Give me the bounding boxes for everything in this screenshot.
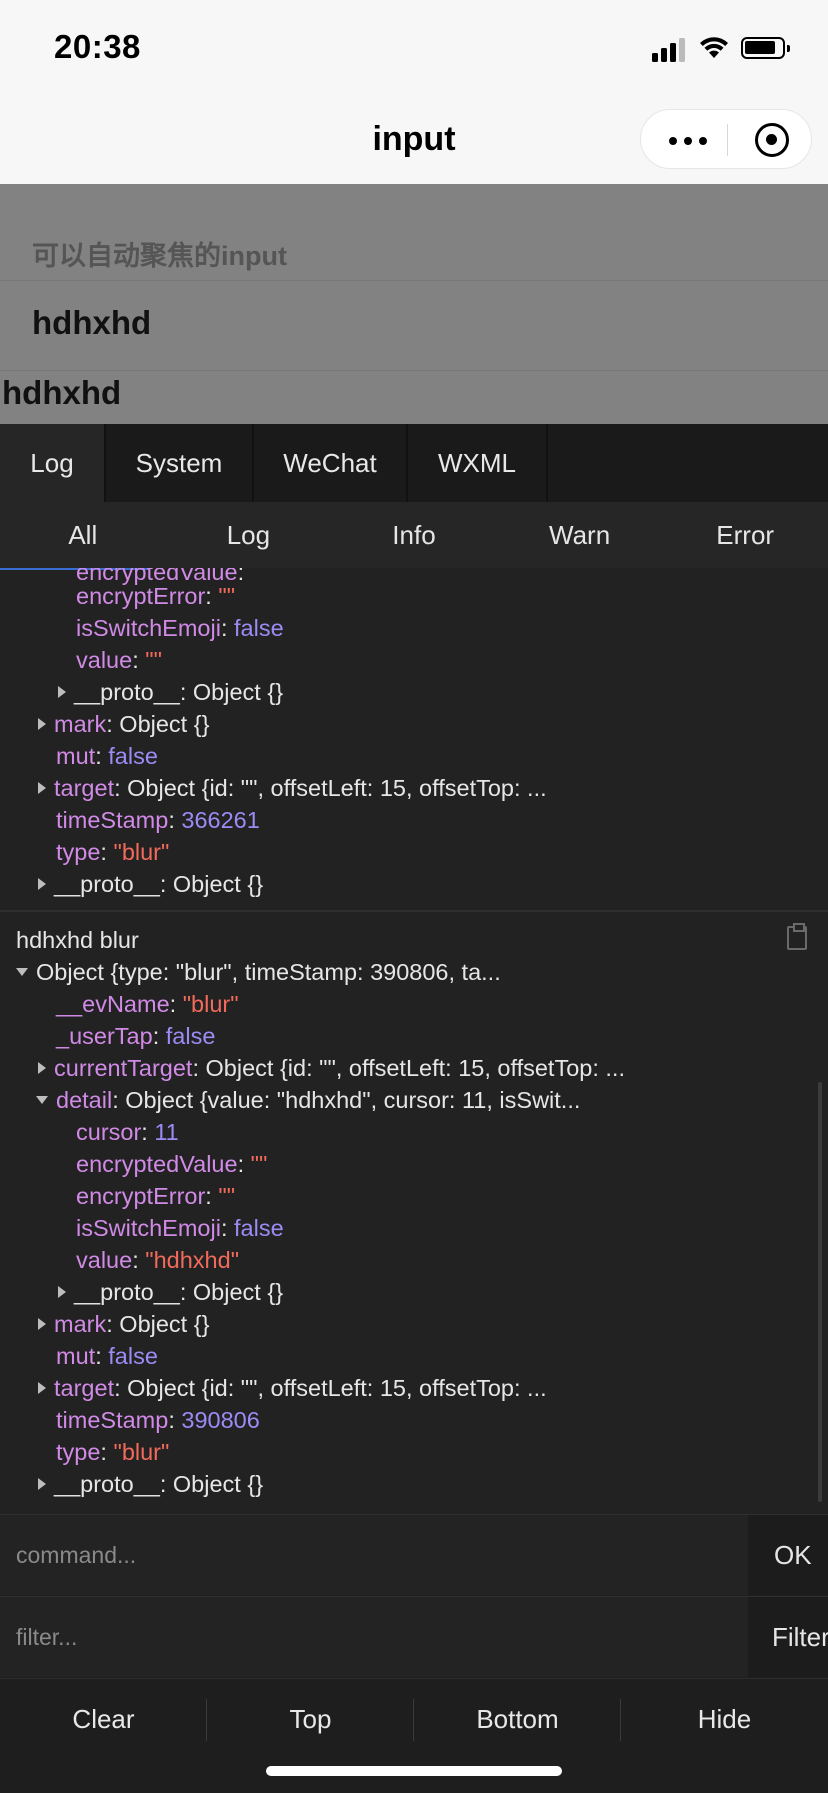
log-prop-expandable[interactable]: currentTarget: Object {id: "", offsetLef…: [38, 1052, 625, 1084]
tab-wechat[interactable]: WeChat: [254, 424, 406, 502]
more-icon[interactable]: [669, 137, 709, 145]
collapse-arrow-icon: [36, 1095, 48, 1104]
log-prop: value: "": [76, 647, 162, 673]
log-prop: type: "blur": [56, 839, 170, 865]
battery-icon: [741, 37, 790, 59]
expand-arrow-icon: [38, 877, 46, 890]
subtab-all[interactable]: All: [0, 502, 166, 568]
filter-row: Filter: [0, 1596, 828, 1677]
wifi-icon: [700, 37, 728, 58]
log-prop: _userTap: false: [56, 1023, 216, 1049]
log-scrollbar[interactable]: [818, 1082, 822, 1502]
log-object-summary[interactable]: Object {type: "blur", timeStamp: 390806,…: [16, 956, 501, 988]
divider: [0, 370, 828, 371]
log-prop-expandable[interactable]: target: Object {id: "", offsetLeft: 15, …: [38, 1372, 547, 1404]
log-prop-expandable[interactable]: __proto__: Object {}: [38, 868, 263, 900]
subtab-info[interactable]: Info: [331, 502, 497, 568]
log-prop: __evName: "blur": [56, 991, 239, 1017]
log-prop: timeStamp: 366261: [56, 807, 260, 833]
hide-button[interactable]: Hide: [621, 1679, 828, 1759]
expand-arrow-icon: [38, 1381, 46, 1394]
log-output[interactable]: encryptedValue: encryptError: "" isSwitc…: [0, 568, 828, 1514]
capsule-divider: [727, 124, 728, 156]
log-prop: encryptedValue: "": [76, 1151, 268, 1177]
expand-arrow-icon: [58, 1285, 66, 1298]
log-prop: mut: false: [56, 743, 158, 769]
log-prop: cursor: 11: [76, 1119, 179, 1145]
expand-arrow-icon: [38, 717, 46, 730]
log-entry-title: hdhxhd blur: [16, 927, 139, 953]
expand-arrow-icon: [38, 1477, 46, 1490]
top-button[interactable]: Top: [207, 1679, 414, 1759]
command-ok-button[interactable]: OK: [748, 1515, 828, 1595]
tab-log[interactable]: Log: [0, 424, 104, 502]
divider: [0, 280, 828, 281]
home-indicator[interactable]: [266, 1766, 562, 1776]
log-prop-expandable[interactable]: __proto__: Object {}: [58, 1276, 283, 1308]
log-prop: mut: false: [56, 1343, 158, 1369]
close-miniprogram-icon[interactable]: [755, 123, 789, 157]
log-prop-expanded[interactable]: detail: Object {value: "hdhxhd", cursor:…: [36, 1084, 580, 1116]
subtab-warn[interactable]: Warn: [497, 502, 663, 568]
expand-arrow-icon: [38, 781, 46, 794]
page-content: 可以自动聚焦的input hdhxhd hdhxhd: [0, 184, 828, 424]
tab-system[interactable]: System: [106, 424, 252, 502]
expand-arrow-icon: [38, 1317, 46, 1330]
miniprogram-capsule: [640, 109, 812, 169]
bottom-button[interactable]: Bottom: [414, 1679, 621, 1759]
expand-arrow-icon: [58, 685, 66, 698]
console-tabs: Log System WeChat WXML: [0, 424, 828, 502]
log-prop-expandable[interactable]: mark: Object {}: [38, 1308, 209, 1340]
command-row: OK: [0, 1514, 828, 1595]
log-entry-divider: [0, 910, 828, 912]
log-prop-expandable[interactable]: mark: Object {}: [38, 708, 209, 740]
navigation-bar: input: [0, 92, 828, 184]
expand-arrow-icon: [38, 1061, 46, 1074]
collapse-arrow-icon: [16, 967, 28, 976]
tab-wxml[interactable]: WXML: [408, 424, 546, 502]
log-prop-expandable[interactable]: __proto__: Object {}: [58, 676, 283, 708]
log-prop: timeStamp: 390806: [56, 1407, 260, 1433]
status-bar: 20:38: [0, 0, 828, 92]
log-prop-expandable[interactable]: __proto__: Object {}: [38, 1468, 263, 1500]
input-echo-text: hdhxhd: [2, 374, 122, 411]
copy-icon[interactable]: [787, 923, 807, 950]
autofocus-input[interactable]: hdhxhd: [32, 304, 151, 342]
autofocus-input-label: 可以自动聚焦的input: [32, 241, 287, 271]
subtab-log[interactable]: Log: [166, 502, 332, 568]
subtab-error[interactable]: Error: [662, 502, 828, 568]
log-prop: isSwitchEmoji: false: [76, 1215, 284, 1241]
status-time: 20:38: [54, 28, 141, 65]
filter-input[interactable]: [0, 1597, 748, 1677]
log-prop: isSwitchEmoji: false: [76, 615, 284, 641]
tab-divider: [546, 424, 548, 502]
clear-button[interactable]: Clear: [0, 1679, 207, 1759]
log-prop-expandable[interactable]: target: Object {id: "", offsetLeft: 15, …: [38, 772, 547, 804]
log-prop: type: "blur": [56, 1439, 170, 1465]
log-prop: value: "hdhxhd": [76, 1247, 240, 1273]
filter-button[interactable]: Filter: [748, 1597, 828, 1677]
log-prop: encryptError: "": [76, 583, 236, 609]
log-prop: encryptError: "": [76, 1183, 236, 1209]
cellular-signal-icon: [652, 36, 688, 62]
log-filter-tabs: All Log Info Warn Error: [0, 502, 828, 569]
command-input[interactable]: [0, 1515, 748, 1595]
